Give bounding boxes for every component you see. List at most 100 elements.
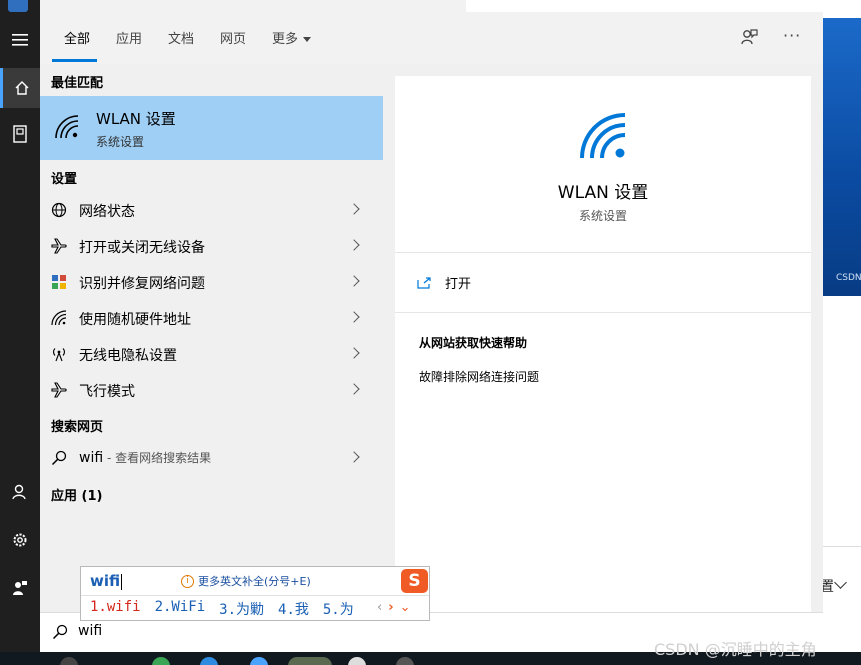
settings-button[interactable] <box>0 520 40 560</box>
notebook-button[interactable] <box>0 114 40 154</box>
settings-item-airplane-mode[interactable]: 飞行模式 <box>40 372 383 408</box>
home-icon <box>15 81 28 95</box>
divider <box>81 595 429 596</box>
background-window-strip <box>40 0 466 12</box>
feedback-rail-button[interactable] <box>0 568 40 608</box>
search-input[interactable]: wifi <box>78 623 378 639</box>
chevron-left-icon[interactable]: ‹ <box>377 600 382 615</box>
background-desktop-image <box>823 18 861 296</box>
settings-item-label: 识别并修复网络问题 <box>79 276 205 292</box>
network-diagnostics-icon <box>52 275 66 289</box>
settings-item-label: 飞行模式 <box>79 384 135 400</box>
caret-down-icon <box>303 37 312 42</box>
help-heading: 从网站获取快速帮助 <box>419 336 528 350</box>
preview-subtitle: 系统设置 <box>578 209 627 223</box>
settings-item-radio-privacy[interactable]: 无线电隐私设置 <box>40 336 383 372</box>
divider <box>395 252 811 253</box>
chevron-right-icon <box>348 311 360 323</box>
info-icon: i <box>181 574 194 588</box>
airplane-icon <box>51 238 67 254</box>
search-icon <box>52 624 68 640</box>
chevron-right-icon <box>348 275 360 287</box>
radio-tower-icon <box>53 348 65 362</box>
settings-item-label: 无线电隐私设置 <box>79 348 177 364</box>
best-match-title: WLAN 设置 <box>96 110 176 128</box>
user-icon <box>12 484 26 500</box>
ime-candidate-window: wifi i 更多英文补全(分号+E) S 1.wifi 2.WiFi 3.为勦… <box>80 566 430 621</box>
best-match-result[interactable]: WLAN 设置 系统设置 <box>40 96 383 160</box>
tab-more-label: 更多 <box>272 32 299 47</box>
account-button[interactable] <box>0 472 40 512</box>
ime-candidate[interactable]: 3.为勦 <box>219 599 264 619</box>
ime-hint[interactable]: i 更多英文补全(分号+E) <box>181 573 311 589</box>
wifi-icon <box>55 115 79 139</box>
settings-item-random-hardware-address[interactable]: 使用随机硬件地址 <box>40 300 383 336</box>
chevron-right-icon <box>348 239 360 251</box>
web-search-suffix: - 查看网络搜索结果 <box>103 451 212 465</box>
tab-documents[interactable]: 文档 <box>168 28 194 47</box>
tab-web[interactable]: 网页 <box>220 28 246 47</box>
settings-item-label: 打开或关闭无线设备 <box>79 240 205 256</box>
settings-item-label: 网络状态 <box>79 204 135 220</box>
best-match-heading: 最佳匹配 <box>51 76 104 91</box>
tab-all[interactable]: 全部 <box>64 28 90 47</box>
preview-title: WLAN 设置 <box>557 183 649 203</box>
tab-more[interactable]: 更多 <box>272 28 312 47</box>
gear-icon <box>13 533 27 547</box>
results-list: 最佳匹配 WLAN 设置 系统设置 设置 网络状态 打开或关闭无线设备 识别并修… <box>40 64 383 612</box>
open-icon <box>417 276 431 289</box>
web-search-heading: 搜索网页 <box>51 420 104 435</box>
help-link[interactable]: 故障排除网络连接问题 <box>419 368 539 385</box>
settings-heading: 设置 <box>51 172 78 187</box>
web-search-result[interactable]: wifi - 查看网络搜索结果 <box>40 440 383 476</box>
wifi-icon <box>580 113 626 159</box>
preview-pane: WLAN 设置 系统设置 打开 从网站获取快速帮助 故障排除网络连接问题 <box>395 76 811 612</box>
background-label: CSDN <box>836 273 861 283</box>
chevron-right-icon <box>348 383 360 395</box>
feedback-person-icon <box>13 581 27 595</box>
ime-candidate[interactable]: 4.我 <box>278 599 309 619</box>
home-button[interactable] <box>0 68 40 108</box>
app-tile-icon <box>8 0 28 12</box>
divider <box>395 312 811 313</box>
more-options-button[interactable]: ··· <box>783 26 801 45</box>
settings-item-label: 使用随机硬件地址 <box>79 312 191 328</box>
best-match-subtitle: 系统设置 <box>96 135 145 149</box>
search-icon <box>51 450 67 466</box>
web-search-query: wifi <box>79 450 104 466</box>
chevron-right-icon <box>348 451 360 463</box>
feedback-icon <box>741 29 758 45</box>
wifi-icon <box>51 310 67 326</box>
hamburger-menu-button[interactable] <box>0 20 40 60</box>
active-tab-indicator <box>52 59 97 62</box>
chevron-right-icon[interactable]: › <box>388 600 393 615</box>
settings-item-network-status[interactable]: 网络状态 <box>40 192 383 228</box>
globe-icon <box>51 202 67 218</box>
ime-logo-icon[interactable]: S <box>401 569 428 593</box>
feedback-button[interactable] <box>740 28 758 50</box>
search-panel: 全部 应用 文档 网页 更多 ··· 最佳匹配 WLAN 设置 系统设置 设置 … <box>40 12 823 652</box>
chevron-right-icon <box>348 203 360 215</box>
ime-composition-text: wifi <box>90 572 121 590</box>
tab-apps[interactable]: 应用 <box>116 28 142 47</box>
ime-candidate[interactable]: 5.为 <box>323 599 354 619</box>
taskbar-app-icon-active[interactable] <box>288 657 332 665</box>
watermark: CSDN @沉睡中的主角 <box>654 640 817 659</box>
ime-hint-text: 更多英文补全(分号+E) <box>198 575 311 588</box>
open-action[interactable]: 打开 <box>417 273 471 292</box>
apps-heading[interactable]: 应用 (1) <box>51 485 102 504</box>
text-caret <box>121 573 123 590</box>
chevron-down-icon[interactable]: ⌄ <box>400 600 411 615</box>
settings-item-troubleshoot[interactable]: 识别并修复网络问题 <box>40 264 383 300</box>
start-rail <box>0 0 40 652</box>
settings-item-wireless-devices[interactable]: 打开或关闭无线设备 <box>40 228 383 264</box>
ime-candidate[interactable]: 1.wifi <box>90 599 141 619</box>
chevron-right-icon <box>348 347 360 359</box>
ime-navigation: ‹ › ⌄ <box>377 600 410 615</box>
ime-candidate[interactable]: 2.WiFi <box>155 599 206 619</box>
airplane-icon <box>51 382 67 398</box>
hamburger-icon <box>12 34 28 46</box>
ime-composition: wifi <box>90 572 123 590</box>
notebook-icon <box>13 125 27 143</box>
ime-candidates: 1.wifi 2.WiFi 3.为勦 4.我 5.为 <box>90 599 354 619</box>
